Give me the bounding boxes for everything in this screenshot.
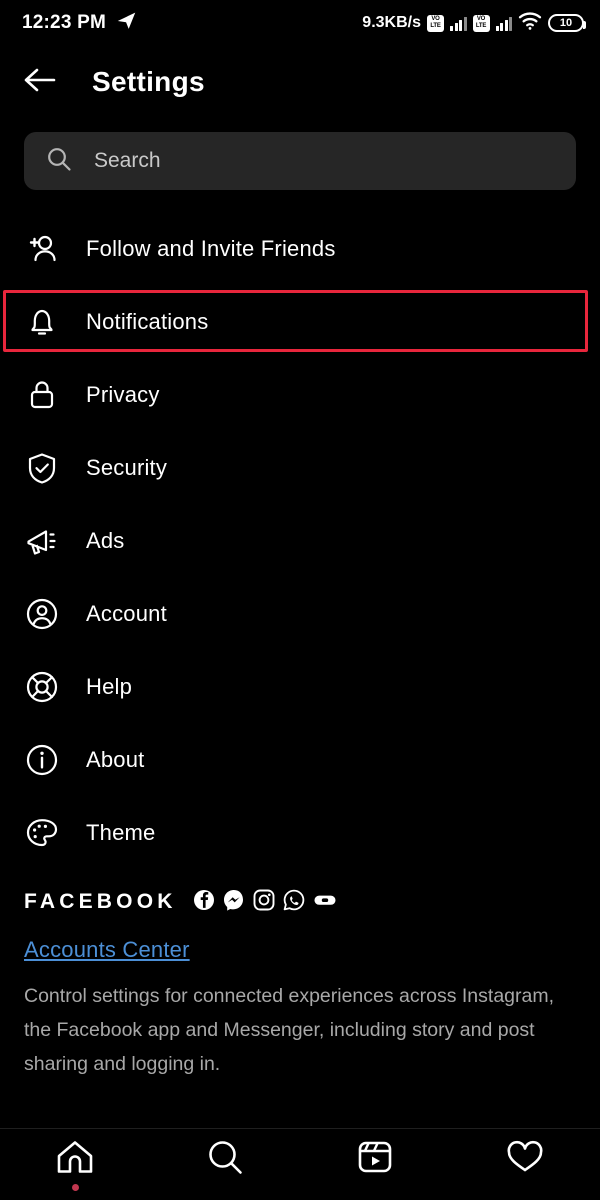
home-badge-dot — [71, 1184, 79, 1191]
facebook-app-icons — [193, 889, 337, 916]
volte-sim2-top: VO — [476, 16, 486, 22]
menu-item-privacy[interactable]: Privacy — [0, 358, 600, 431]
back-arrow-icon[interactable] — [24, 66, 58, 99]
info-circle-icon — [24, 742, 60, 778]
bottom-navigation-bar — [0, 1128, 600, 1200]
menu-item-label: Account — [86, 600, 167, 626]
search-icon — [46, 146, 72, 177]
facebook-section-description: Control settings for connected experienc… — [24, 985, 555, 1075]
nav-spacer — [522, 1183, 529, 1190]
menu-item-account[interactable]: Account — [0, 577, 600, 650]
search-section: Search — [0, 118, 600, 190]
telegram-icon — [116, 10, 137, 36]
menu-item-help[interactable]: Help — [0, 650, 600, 723]
reels-icon — [356, 1138, 394, 1181]
instagram-icon — [253, 889, 275, 916]
menu-item-notifications[interactable]: Notifications — [0, 285, 600, 358]
volte-sim2-icon: VO LTE — [472, 14, 490, 32]
nav-item-home[interactable] — [0, 1138, 150, 1191]
battery-icon: 10 — [548, 14, 586, 32]
whatsapp-icon — [283, 889, 305, 916]
wifi-icon — [518, 11, 542, 35]
nav-item-search[interactable] — [150, 1138, 300, 1191]
menu-item-label: Theme — [86, 819, 156, 845]
menu-item-label: Follow and Invite Friends — [86, 235, 336, 261]
home-icon — [55, 1138, 95, 1181]
add-person-icon — [24, 231, 60, 267]
search-placeholder: Search — [94, 149, 161, 172]
volte-sim2-bottom: LTE — [475, 23, 487, 29]
facebook-icon — [193, 889, 215, 916]
app-header: Settings — [0, 46, 600, 118]
status-bar-left: 12:23 PM — [22, 10, 137, 36]
menu-item-label: Privacy — [86, 381, 160, 407]
menu-item-ads[interactable]: Ads — [0, 504, 600, 577]
bell-icon — [24, 304, 60, 340]
signal-bars-sim1-icon — [450, 16, 467, 31]
status-bar: 12:23 PM 9.3KB/s VO LTE VO LTE 10 — [0, 0, 600, 46]
search-input[interactable]: Search — [24, 132, 576, 190]
menu-item-label: About — [86, 746, 145, 772]
heart-icon — [505, 1139, 545, 1180]
nav-spacer — [222, 1184, 229, 1191]
nav-item-reels[interactable] — [300, 1138, 450, 1191]
facebook-brand-label: FACEBOOK — [24, 890, 177, 913]
menu-item-label: Ads — [86, 527, 125, 553]
oculus-icon — [313, 889, 337, 916]
network-speed-label: 9.3KB/s — [362, 14, 421, 31]
battery-level-label: 10 — [559, 17, 573, 29]
menu-item-label: Help — [86, 673, 133, 699]
facebook-section: FACEBOOK Accounts Center Control setting… — [0, 869, 600, 1081]
menu-item-follow-and-invite-friends[interactable]: Follow and Invite Friends — [0, 212, 600, 285]
status-bar-right: 9.3KB/s VO LTE VO LTE 10 — [362, 11, 586, 35]
nav-item-activity[interactable] — [450, 1139, 600, 1190]
signal-bars-sim2-icon — [495, 16, 512, 31]
lock-icon — [24, 377, 60, 413]
menu-item-about[interactable]: About — [0, 723, 600, 796]
messenger-icon — [223, 889, 245, 916]
shield-check-icon — [24, 450, 60, 486]
account-circle-icon — [24, 596, 60, 632]
menu-item-label: Security — [86, 454, 168, 480]
accounts-center-link[interactable]: Accounts Center — [24, 937, 576, 963]
status-bar-clock: 12:23 PM — [22, 12, 106, 33]
megaphone-icon — [24, 523, 60, 559]
life-ring-icon — [24, 669, 60, 705]
page-title: Settings — [92, 66, 205, 97]
search-icon — [206, 1138, 244, 1181]
volte-sim1-bottom: LTE — [430, 23, 441, 29]
settings-menu-list: Follow and Invite Friends Notifications … — [0, 190, 600, 869]
menu-item-label: Notifications — [86, 308, 209, 334]
palette-icon — [24, 815, 60, 851]
volte-sim1-icon: VO LTE — [427, 14, 444, 32]
volte-sim1-top: VO — [431, 16, 440, 22]
menu-item-theme[interactable]: Theme — [0, 796, 600, 869]
menu-item-security[interactable]: Security — [0, 431, 600, 504]
nav-spacer — [372, 1184, 379, 1191]
facebook-brand-line: FACEBOOK — [24, 883, 576, 921]
